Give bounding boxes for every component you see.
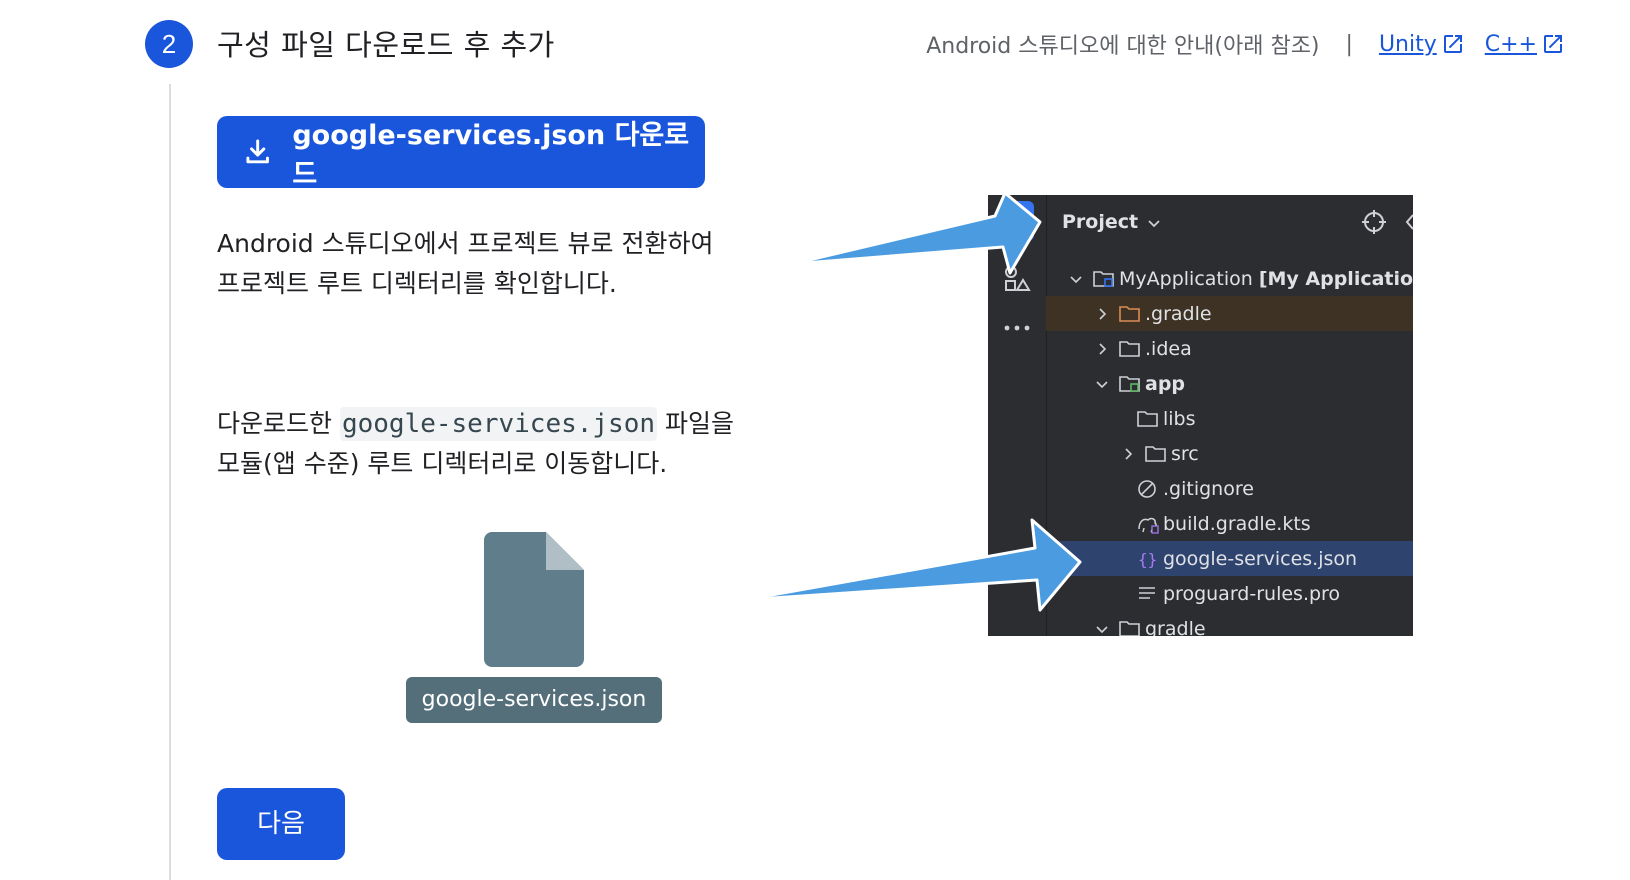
file-name-chip[interactable]: google-services.json — [406, 677, 662, 723]
download-icon — [246, 139, 269, 164]
tree-item-myapplication[interactable]: MyApplication [My Application] — [1046, 261, 1413, 296]
guide-text: Android 스튜디오에 대한 안내(아래 참조) — [926, 34, 1320, 59]
instruction-move-file: 다운로드한 google-services.json 파일을 모듈(앱 수준) … — [217, 404, 817, 484]
tree-item-app[interactable]: app — [1046, 366, 1413, 401]
instruction-project-view: Android 스튜디오에서 프로젝트 뷰로 전환하여 프로젝트 루트 디렉터리… — [217, 224, 817, 304]
instruction-prefix: 다운로드한 — [217, 409, 340, 438]
next-button[interactable]: 다음 — [217, 788, 345, 860]
project-tree: MyApplication [My Application] .gradle .… — [1046, 261, 1413, 636]
chevron-right-icon[interactable] — [1120, 446, 1136, 462]
chevron-right-icon[interactable] — [1094, 306, 1110, 322]
tree-item-label: .gradle — [1145, 302, 1212, 325]
folder-icon — [1119, 305, 1140, 322]
folder-icon — [1119, 340, 1140, 357]
more-icon[interactable] — [1002, 323, 1032, 333]
tree-item-label: google-services.json — [1163, 547, 1358, 570]
step-number-badge: 2 — [145, 20, 193, 68]
svg-text:{}: {} — [1138, 550, 1157, 569]
tree-item-label: proguard-rules.pro — [1163, 582, 1341, 605]
chevron-down-icon[interactable] — [1144, 213, 1164, 233]
folder-icon — [1137, 410, 1158, 427]
step-title: 구성 파일 다운로드 후 추가 — [217, 28, 555, 62]
expand-icon[interactable] — [1405, 209, 1413, 235]
unity-link[interactable]: Unity — [1379, 32, 1465, 57]
instruction-line: 다운로드한 google-services.json 파일을 — [217, 404, 817, 444]
text-file-icon — [1139, 586, 1155, 599]
module-folder-icon — [1119, 375, 1140, 392]
cpp-link[interactable]: C++ — [1485, 32, 1565, 57]
tree-item-gradle[interactable]: gradle — [1046, 611, 1413, 636]
chevron-right-icon[interactable] — [1094, 341, 1110, 357]
tree-item-proguard[interactable]: proguard-rules.pro — [1046, 576, 1413, 611]
external-link-icon — [1544, 35, 1562, 53]
download-button-label: google-services.json 다운로드 — [292, 120, 690, 190]
unity-link-label[interactable]: Unity — [1379, 32, 1437, 57]
panel-title[interactable]: Project — [1062, 211, 1138, 233]
instruction-line: 모듈(앱 수준) 루트 디렉터리로 이동합니다. — [217, 449, 668, 478]
chevron-down-icon[interactable] — [1068, 271, 1084, 287]
guide-separator: | — [1345, 31, 1353, 57]
file-icon[interactable] — [484, 532, 584, 667]
filename-code: google-services.json — [339, 407, 658, 441]
instruction-line: Android 스튜디오에서 프로젝트 뷰로 전환하여 — [217, 229, 714, 258]
project-tool-button[interactable] — [1000, 201, 1034, 241]
tool-window-rail — [988, 195, 1047, 636]
tree-item-label: app — [1145, 372, 1186, 395]
tree-item-label: build.gradle.kts — [1163, 512, 1311, 535]
tree-item-suffix: [My Application] — [1258, 267, 1413, 290]
tree-item-gitignore[interactable]: .gitignore — [1046, 471, 1413, 506]
ignore-icon — [1138, 479, 1156, 498]
tree-item-label: libs — [1163, 407, 1196, 430]
instruction-suffix: 파일을 — [657, 409, 734, 438]
folder-icon — [1145, 445, 1166, 462]
tree-item-src[interactable]: src — [1046, 436, 1413, 471]
android-studio-project-panel: Project MyApplication [My Application] .… — [988, 195, 1413, 636]
tree-item-label: src — [1171, 442, 1199, 465]
cpp-link-label[interactable]: C++ — [1485, 32, 1537, 57]
tree-item-label: .gitignore — [1163, 477, 1254, 500]
chevron-down-icon[interactable] — [1094, 621, 1110, 637]
panel-header: Project — [1046, 195, 1413, 253]
step-connector-line — [169, 84, 171, 880]
download-config-button[interactable]: google-services.json 다운로드 — [217, 116, 705, 190]
tree-item-label: MyApplication — [1119, 267, 1253, 290]
folder-icon — [1119, 620, 1140, 636]
tree-item-idea[interactable]: .idea — [1046, 331, 1413, 366]
instruction-line: 프로젝트 루트 디렉터리를 확인합니다. — [217, 269, 617, 298]
gradle-icon — [1138, 517, 1159, 534]
module-folder-icon — [1093, 270, 1114, 287]
tree-item-label: gradle — [1145, 617, 1206, 637]
external-link-icon — [1443, 35, 1462, 53]
locate-icon[interactable] — [1361, 209, 1387, 235]
platform-guide: Android 스튜디오에 대한 안내(아래 참조) | Unity C++ — [926, 28, 1565, 60]
chevron-down-icon[interactable] — [1094, 376, 1110, 392]
tree-item-google-services-json[interactable]: {} google-services.json — [1046, 541, 1413, 576]
tree-item-libs[interactable]: libs — [1046, 401, 1413, 436]
tree-item-label: .idea — [1145, 337, 1192, 360]
tree-item-gradle-cache[interactable]: .gradle — [1046, 296, 1413, 331]
json-icon: {} — [1138, 550, 1157, 569]
shapes-icon[interactable] — [1003, 265, 1031, 293]
tree-item-build-gradle[interactable]: build.gradle.kts — [1046, 506, 1413, 541]
